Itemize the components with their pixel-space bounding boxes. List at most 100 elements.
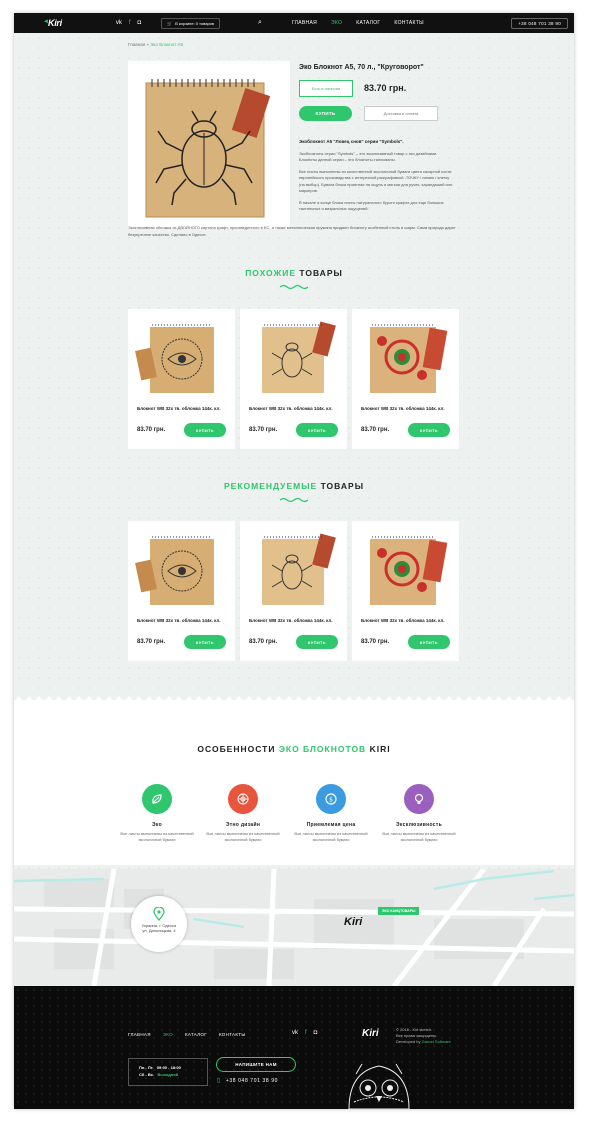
card-buy-button[interactable]: КУПИТЬ	[184, 635, 226, 649]
card-price: 83.70 грн.	[361, 427, 390, 433]
description-paragraph: Все листы выполнены из качественной экол…	[299, 168, 453, 194]
nav-item-home[interactable]: ГЛАВНАЯ	[292, 20, 317, 26]
product-card[interactable]: Блокнот WB 32х тв. обложка 144к. кл. 83.…	[352, 309, 459, 449]
product-title: Эко Блокнот А5, 70 л., "Круговорот"	[299, 64, 424, 71]
instagram-icon[interactable]: ◘	[314, 1030, 318, 1036]
cart-button[interactable]: 🛒 В корзине: 0 товаров	[161, 17, 221, 29]
feature-desc: Все листы выполнены из качественной экол…	[206, 831, 280, 842]
vk-icon[interactable]: vk	[292, 1030, 298, 1036]
footer-phone[interactable]: ▯ +38 048 701 38 90	[217, 1077, 278, 1085]
card-buy-button[interactable]: КУПИТЬ	[296, 635, 338, 649]
phone-number[interactable]: +38 048 701 38 90	[226, 1078, 278, 1084]
cart-label: В корзине: 0 товаров	[175, 20, 215, 26]
notebook-flower-image	[370, 324, 448, 393]
card-title[interactable]: Блокнот WB 32х тв. обложка 144к. кл.	[361, 617, 451, 624]
page-frame: ◄ Kiri vk f ◘ 🛒 В корзине: 0 товаров ⌕ ГЛ…	[14, 13, 574, 1109]
social-links: vk f ◘	[116, 20, 141, 26]
site-logo[interactable]: ◄ Kiri	[43, 18, 62, 28]
footer-nav-catalog[interactable]: КАТАЛОГ	[185, 1032, 207, 1037]
address-line: ул. Дальницкая, 4	[142, 928, 176, 933]
developer-label: Developed by	[396, 1039, 421, 1044]
card-title[interactable]: Блокнот WB 32х тв. обложка 144к. кл.	[249, 405, 339, 412]
notebook-eye-image	[135, 536, 214, 605]
hours-time: Выходной	[157, 1072, 179, 1077]
feature-desc: Все листы выполнены из качественной экол…	[120, 831, 194, 842]
footer-logo[interactable]: Kiri	[362, 1028, 379, 1039]
card-title[interactable]: Блокнот WB 32х тв. обложка 144к. кл.	[137, 405, 227, 412]
footer-social: vk f ◘	[292, 1030, 317, 1036]
footer-nav: ГЛАВНАЯ ЭКО КАТАЛОГ КОНТАКТЫ	[128, 1032, 246, 1037]
feature-desc: Все листы выполнены из качественной экол…	[294, 831, 368, 842]
location-map[interactable]	[14, 869, 574, 986]
product-card[interactable]: Блокнот WB 32х тв. обложка 144к. кл. 83.…	[240, 309, 347, 449]
coins-icon: $	[316, 784, 346, 814]
breadcrumb: Главная » Эко Блокнот А5	[128, 42, 183, 47]
title-main: KIRI	[369, 744, 391, 754]
nav-item-catalog[interactable]: КАТАЛОГ	[356, 20, 380, 26]
card-buy-button[interactable]: КУПИТЬ	[408, 423, 450, 437]
vk-icon[interactable]: vk	[116, 20, 122, 26]
card-price: 83.70 грн.	[137, 427, 166, 433]
feature-desc: Все листы выполнены из качественной экол…	[382, 831, 456, 842]
title-accent: РЕКОМЕНДУЕМЫЕ	[223, 481, 318, 491]
footer-nav-contacts[interactable]: КОНТАКТЫ	[219, 1032, 246, 1037]
zigzag-divider	[14, 696, 574, 702]
hours-time: 09:00 - 18:00	[156, 1065, 181, 1070]
card-title[interactable]: Блокнот WB 32х тв. обложка 144к. кл.	[249, 617, 339, 624]
buy-button[interactable]: КУПИТЬ	[299, 106, 352, 121]
footer-nav-eco[interactable]: ЭКО	[163, 1032, 173, 1037]
hours-days: Сб - Вс.	[139, 1072, 155, 1077]
breadcrumb-current: Эко Блокнот А5	[150, 42, 183, 47]
feature-title: Приемлемая цена	[306, 822, 356, 828]
cart-icon: 🛒	[167, 20, 173, 26]
nav-item-eco[interactable]: ЭКО	[331, 20, 342, 26]
feature-eco: Эко Все листы выполнены из качественной …	[112, 784, 202, 843]
header-phone[interactable]: +38 048 701 38 90	[511, 17, 568, 29]
shop-map-tag[interactable]: ЭКО КАНЦТОВАРЫ	[378, 907, 420, 915]
card-price: 83.70 грн.	[137, 639, 166, 645]
similar-section-title: ПОХОЖИЕ ТОВАРЫ	[14, 268, 574, 278]
working-hours: Пн.- Пт. 09:00 - 18:00 Сб - Вс. Выходной	[128, 1058, 208, 1086]
search-icon[interactable]: ⌕	[258, 19, 262, 27]
feature-price: $ Приемлемая цена Все листы выполнены из…	[286, 784, 376, 843]
feature-exclusive: Эксклюзивность Все листы выполнены из ка…	[374, 784, 464, 843]
footer-nav-home[interactable]: ГЛАВНАЯ	[128, 1032, 151, 1037]
product-card[interactable]: Блокнот WB 32х тв. обложка 144к. кл. 83.…	[128, 521, 235, 661]
card-title[interactable]: Блокнот WB 32х тв. обложка 144к. кл.	[361, 405, 451, 412]
facebook-icon[interactable]: f	[305, 1030, 307, 1036]
card-buy-button[interactable]: КУПИТЬ	[408, 635, 450, 649]
title-accent: ПОХОЖИЕ	[245, 268, 296, 278]
product-card[interactable]: Блокнот WB 32х тв. обложка 144к. кл. 83.…	[352, 521, 459, 661]
card-buy-button[interactable]: КУПИТЬ	[296, 423, 338, 437]
facebook-icon[interactable]: f	[129, 20, 131, 26]
card-title[interactable]: Блокнот WB 32х тв. обложка 144к. кл.	[137, 617, 227, 624]
svg-text:$: $	[329, 797, 333, 804]
card-buy-button[interactable]: КУПИТЬ	[184, 423, 226, 437]
description-heading: Экоблокнот А5 "Ловец снов" серии "Symbol…	[299, 139, 404, 144]
wave-divider	[280, 497, 308, 503]
instagram-icon[interactable]: ◘	[137, 20, 141, 26]
nav-item-contacts[interactable]: КОНТАКТЫ	[394, 20, 423, 26]
breadcrumb-home[interactable]: Главная	[128, 42, 145, 47]
card-price: 83.70 грн.	[361, 639, 390, 645]
product-price: 83.70 грн.	[364, 83, 407, 93]
notebook-beetle-image	[262, 533, 336, 605]
notebook-flower-image	[370, 536, 448, 605]
stock-badge: Есть в наличии	[299, 80, 353, 97]
recommended-section-title: РЕКОМЕНДУЕМЫЕ ТОВАРЫ	[14, 481, 574, 491]
developer-link[interactable]: Garnet Software	[422, 1039, 451, 1044]
leaf-icon	[142, 784, 172, 814]
product-image[interactable]	[128, 61, 290, 229]
phone-icon: ▯	[217, 1078, 221, 1084]
write-us-button[interactable]: НАПИШИТЕ НАМ	[216, 1057, 296, 1072]
product-description: Экоблокнот А5 "Ловец снов" серии "Symbol…	[299, 139, 455, 218]
title-main: ТОВАРЫ	[299, 268, 343, 278]
product-card[interactable]: Блокнот WB 32х тв. обложка 144к. кл. 83.…	[240, 521, 347, 661]
notebook-beetle-image	[262, 321, 336, 393]
description-paragraph: Эксклюзивная обложка из ДВОЙНОГО картона…	[128, 225, 456, 237]
description-paragraph: Экоблокноты серии "Symbols" – это эксклю…	[299, 150, 438, 163]
card-price: 83.70 грн.	[249, 639, 278, 645]
delivery-button[interactable]: Доставка и оплата	[364, 106, 438, 121]
description-paragraph: В начале и конце блока листы натуральног…	[299, 199, 444, 212]
product-card[interactable]: Блокнот WB 32х тв. обложка 144к. кл. 83.…	[128, 309, 235, 449]
